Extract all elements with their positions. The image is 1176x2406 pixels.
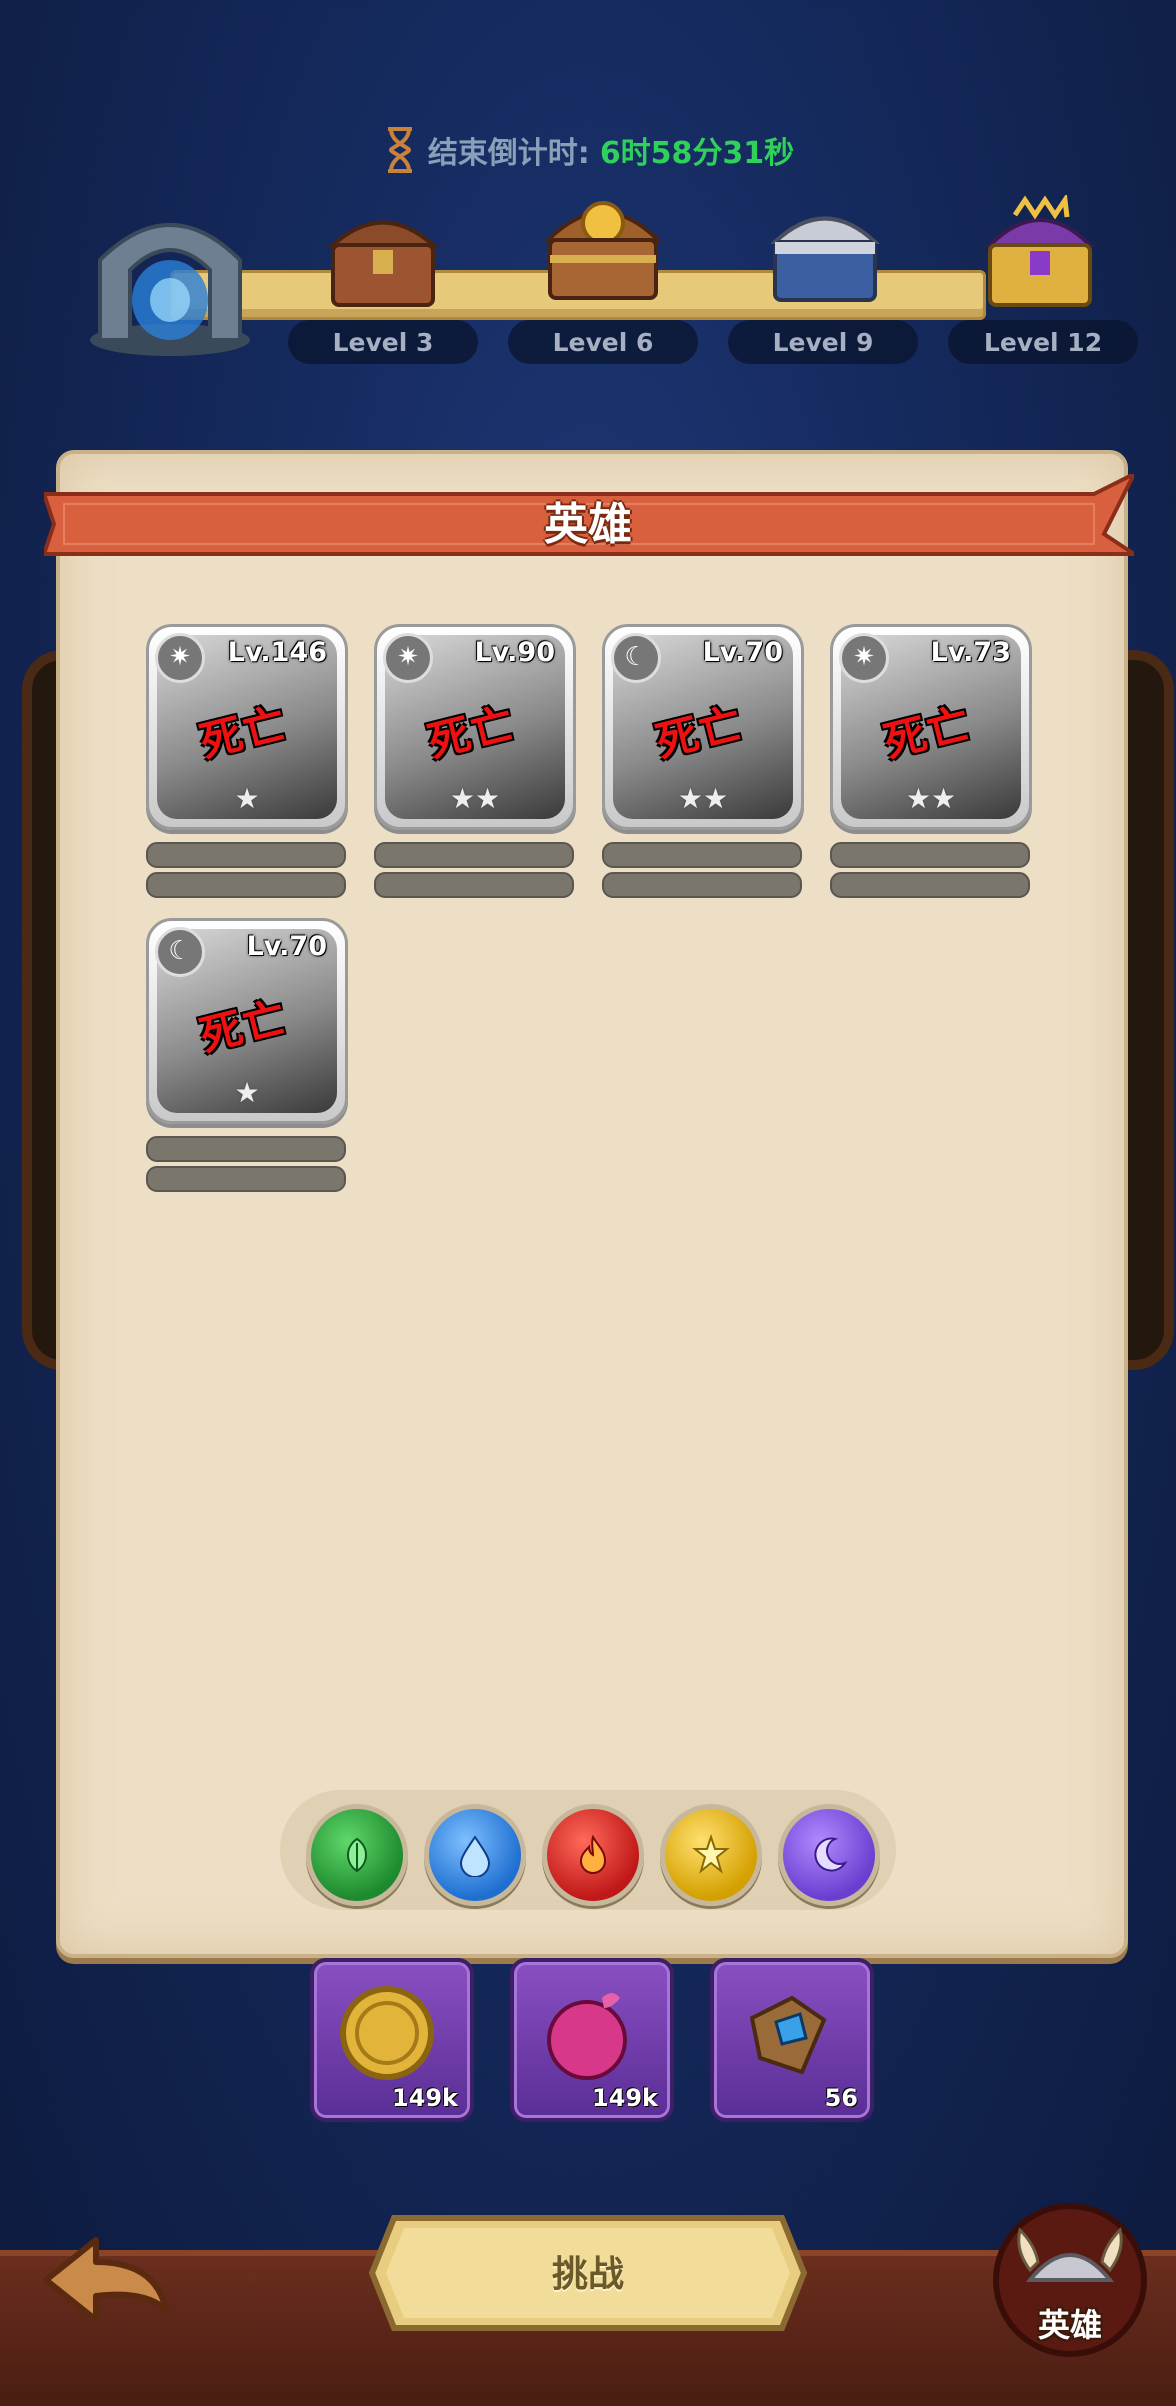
- gold-coin-icon: [340, 1986, 434, 2080]
- hero-level: Lv.70: [246, 931, 327, 962]
- star-rating: ★: [234, 782, 260, 815]
- moon-element-icon: ☾: [155, 927, 205, 977]
- reward-level-3: Level 3: [288, 320, 478, 364]
- countdown-label: 结束倒计时:: [427, 136, 590, 171]
- hero-energy-bar: [146, 872, 346, 898]
- hero-card[interactable]: ✷ Lv.90 死亡 ★★: [374, 624, 576, 830]
- pink-potion-icon: [547, 1993, 627, 2080]
- resource-slot[interactable]: 149k: [310, 1958, 474, 2122]
- resource-count: 56: [824, 2084, 858, 2112]
- crystal-block-icon: [749, 1995, 827, 2075]
- hero-card[interactable]: ☾ Lv.70 死亡 ★★: [602, 624, 804, 830]
- hero-button-label: 英雄: [1037, 2306, 1102, 2344]
- hero-energy-bar: [146, 1166, 346, 1192]
- hero-level: Lv.73: [930, 637, 1011, 668]
- leaf-icon[interactable]: [306, 1804, 408, 1906]
- light-element-icon: ✷: [839, 633, 889, 683]
- hero-card[interactable]: ✷ Lv.73 死亡 ★★: [830, 624, 1032, 830]
- hero-hp-bar: [146, 842, 346, 868]
- panel-title: 英雄: [544, 499, 632, 550]
- hero-level: Lv.146: [227, 637, 327, 668]
- purple-chest-icon[interactable]: [975, 195, 1105, 315]
- moon-element-icon: ☾: [611, 633, 661, 683]
- flame-icon[interactable]: [542, 1804, 644, 1906]
- countdown-bar: 结束倒计时: 6时58分31秒: [0, 120, 1176, 180]
- silver-chest-icon[interactable]: [760, 190, 890, 310]
- hero-hp-bar: [830, 842, 1030, 868]
- reward-level-12: Level 12: [948, 320, 1138, 364]
- water-drop-icon[interactable]: [424, 1804, 526, 1906]
- resource-count: 149k: [591, 2084, 658, 2112]
- hero-energy-bar: [602, 872, 802, 898]
- light-element-icon: ✷: [383, 633, 433, 683]
- wooden-chest-icon[interactable]: [318, 195, 448, 315]
- hero-card[interactable]: ☾ Lv.70 死亡 ★: [146, 918, 348, 1124]
- resource-slot[interactable]: 149k: [510, 1958, 674, 2122]
- challenge-label: 挑战: [551, 2254, 624, 2295]
- resource-count: 149k: [391, 2084, 458, 2112]
- resource-slot[interactable]: 56: [710, 1958, 874, 2122]
- countdown-value: 6时58分31秒: [599, 136, 795, 171]
- moon-icon[interactable]: [778, 1804, 880, 1906]
- star-rating: ★★: [905, 782, 957, 815]
- hero-hp-bar: [146, 1136, 346, 1162]
- hourglass-icon: [387, 127, 412, 173]
- star-rating: ★: [234, 1076, 260, 1109]
- light-element-icon: ✷: [155, 633, 205, 683]
- reward-level-6: Level 6: [508, 320, 698, 364]
- portal-icon: [90, 223, 250, 356]
- hero-level: Lv.90: [474, 637, 555, 668]
- back-arrow-icon[interactable]: [36, 2230, 176, 2340]
- star-rating: ★★: [449, 782, 501, 815]
- hero-hp-bar: [374, 842, 574, 868]
- star-rating: ★★: [677, 782, 729, 815]
- hero-level: Lv.70: [702, 637, 783, 668]
- hero-energy-bar: [374, 872, 574, 898]
- hero-energy-bar: [830, 872, 1030, 898]
- hero-card[interactable]: ✷ Lv.146 死亡 ★: [146, 624, 348, 830]
- reward-level-9: Level 9: [728, 320, 918, 364]
- sun-icon[interactable]: [660, 1804, 762, 1906]
- hero-hp-bar: [602, 842, 802, 868]
- gold-chest-icon[interactable]: [538, 185, 668, 305]
